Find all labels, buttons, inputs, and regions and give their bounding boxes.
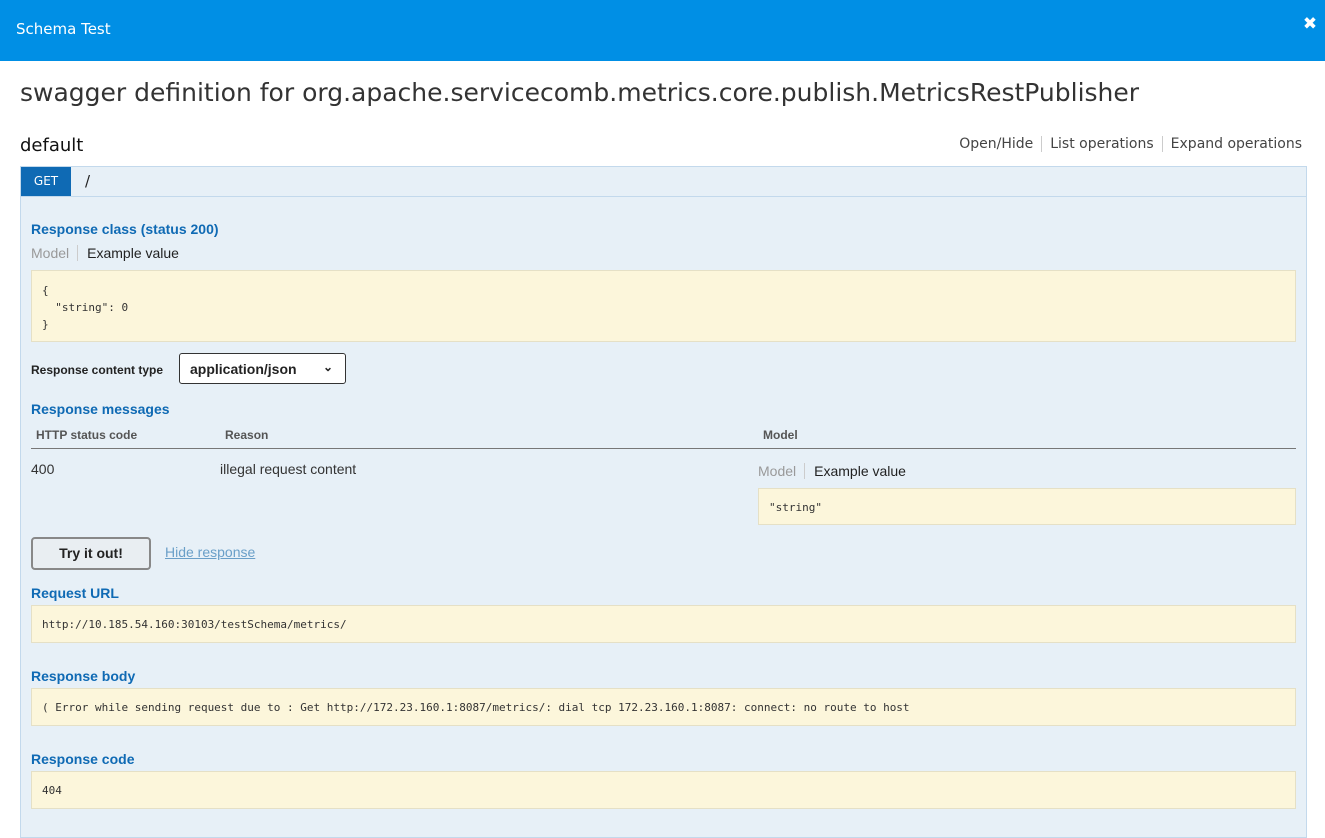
message-model-tabs: Model Example value (758, 463, 906, 479)
modal-title: Schema Test (16, 20, 111, 38)
response-content-type-label: Response content type (31, 363, 164, 377)
response-body-box: ( Error while sending request due to : G… (31, 688, 1296, 726)
response-code-box: 404 (31, 771, 1296, 809)
response-body-value: ( Error while sending request due to : G… (42, 701, 910, 714)
expand-operations-link[interactable]: Expand operations (1161, 136, 1302, 152)
table-divider (31, 448, 1296, 449)
try-it-out-button[interactable]: Try it out! (31, 537, 151, 570)
message-reason: illegal request content (220, 461, 357, 477)
chevron-down-icon: ⌄ (322, 360, 333, 374)
operation-path[interactable]: / (85, 172, 90, 190)
col-header-reason: Reason (225, 428, 269, 442)
message-model-tab[interactable]: Model (758, 463, 806, 479)
close-icon[interactable]: ✖ (1299, 13, 1321, 35)
hide-response-link[interactable]: Hide response (165, 544, 255, 560)
request-url-value: http://10.185.54.160:30103/testSchema/me… (42, 618, 347, 631)
response-class-tabs: Model Example value (31, 245, 179, 261)
request-url-box: http://10.185.54.160:30103/testSchema/me… (31, 605, 1296, 643)
request-url-title: Request URL (31, 585, 119, 601)
page-title: swagger definition for org.apache.servic… (20, 78, 1140, 107)
model-tab[interactable]: Model (31, 245, 79, 261)
operation-panel: GET / Response class (status 200) Model … (20, 166, 1307, 838)
open-hide-link[interactable]: Open/Hide (951, 136, 1041, 152)
message-example-code: "string" (769, 501, 822, 514)
response-content-type-value: application/json (190, 361, 297, 377)
response-class-example-code: { "string": 0 } (42, 284, 129, 331)
example-value-tab[interactable]: Example value (78, 245, 179, 261)
response-code-title: Response code (31, 751, 135, 767)
message-example-value-tab[interactable]: Example value (805, 463, 906, 479)
resource-links: Open/Hide List operations Expand operati… (951, 136, 1302, 152)
modal-header: Schema Test ✖ (0, 0, 1325, 61)
message-example: "string" (758, 488, 1296, 525)
response-class-title: Response class (status 200) (31, 221, 219, 237)
http-method-badge[interactable]: GET (21, 167, 71, 196)
col-header-status: HTTP status code (36, 428, 138, 442)
response-messages-title: Response messages (31, 401, 170, 417)
response-content-type-select[interactable]: application/json ⌄ (179, 353, 346, 384)
response-class-example: { "string": 0 } (31, 270, 1296, 342)
operation-header[interactable]: GET / (21, 167, 1306, 197)
resource-name[interactable]: default (20, 135, 83, 156)
message-status-code: 400 (31, 461, 55, 477)
col-header-model: Model (763, 428, 798, 442)
response-body-title: Response body (31, 668, 136, 684)
list-operations-link[interactable]: List operations (1041, 136, 1161, 152)
response-code-value: 404 (42, 784, 62, 797)
